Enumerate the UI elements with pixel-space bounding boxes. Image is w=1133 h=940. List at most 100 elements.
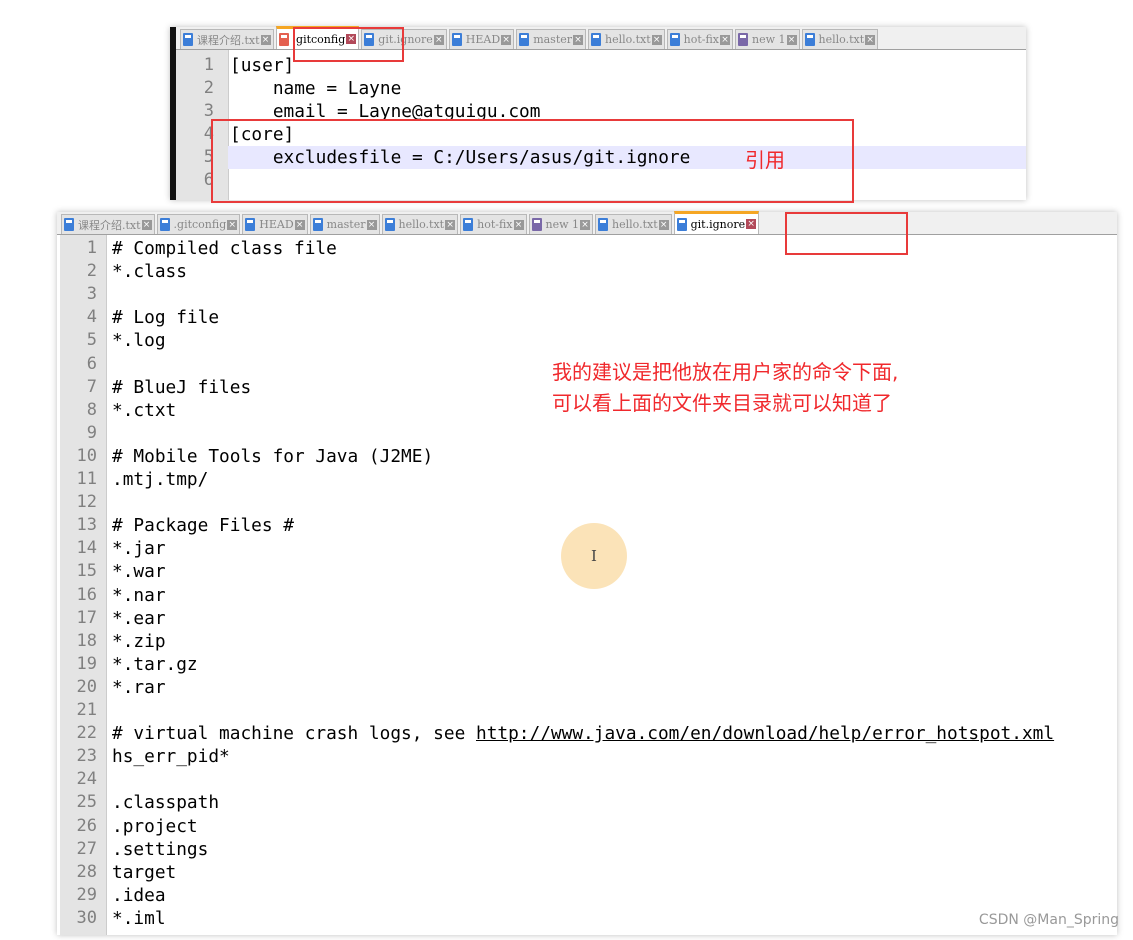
line-number: 12	[76, 492, 97, 513]
code-line: 25 .classpath	[57, 791, 1117, 814]
close-tab-icon[interactable]: ×	[227, 219, 238, 230]
annotation-reference: 引用	[745, 148, 785, 172]
tab-hello-txt[interactable]: hello.txt ×	[381, 214, 459, 234]
line-text: *.ear	[112, 607, 166, 630]
line-text: .idea	[112, 884, 166, 907]
code-line: 3	[57, 283, 1117, 306]
tab-master[interactable]: master ×	[309, 214, 380, 234]
line-content: *.rar	[112, 676, 166, 698]
line-number: 3	[203, 101, 214, 121]
close-tab-icon[interactable]: ×	[294, 219, 305, 230]
tab-git-ignore[interactable]: git.ignore ×	[673, 211, 760, 234]
close-tab-icon[interactable]: ×	[445, 219, 456, 230]
tab-label: master	[533, 33, 573, 46]
file-icon	[384, 218, 395, 231]
watermark: CSDN @Man_Spring	[978, 912, 1119, 928]
tab-label: .gitconfig	[173, 218, 227, 231]
tab-head[interactable]: HEAD ×	[242, 214, 308, 234]
tab-new-1[interactable]: new 1 ×	[528, 214, 594, 234]
close-tab-icon[interactable]: ×	[865, 34, 876, 45]
line-text: # Log file	[112, 306, 219, 329]
close-tab-icon[interactable]: ×	[366, 219, 377, 230]
close-tab-icon[interactable]: ×	[746, 219, 757, 229]
line-number: 6	[86, 353, 97, 374]
line-number: 11	[76, 469, 97, 489]
tab-hot-fix[interactable]: hot-fix ×	[460, 214, 527, 234]
close-tab-icon[interactable]: ×	[658, 219, 669, 230]
line-number: 14	[76, 538, 97, 559]
line-number: 30	[76, 907, 97, 928]
tab-gitconfig[interactable]: .gitconfig ×	[156, 214, 241, 234]
close-tab-icon[interactable]: ×	[786, 34, 797, 45]
line-number: 5	[203, 147, 214, 167]
file-icon	[598, 218, 609, 231]
tab-hello-txt[interactable]: hello.txt ×	[801, 29, 879, 49]
close-tab-icon[interactable]: ×	[141, 219, 152, 230]
file-icon	[245, 218, 256, 231]
tab-head[interactable]: HEAD ×	[448, 29, 515, 49]
line-content: *.tar.gz	[112, 653, 198, 675]
file-icon	[463, 218, 474, 231]
close-tab-icon[interactable]: ×	[573, 34, 584, 45]
code-line: 28 target	[57, 861, 1117, 884]
file-icon	[738, 33, 749, 46]
line-text: .classpath	[112, 791, 219, 814]
line-number: 4	[203, 124, 214, 144]
tab-hello-txt[interactable]: hello.txt ×	[595, 214, 672, 234]
close-tab-icon[interactable]: ×	[433, 34, 444, 45]
line-content: # Compiled class file	[112, 238, 337, 259]
file-icon	[451, 33, 462, 46]
line-number: 23	[76, 746, 97, 767]
tab-txt[interactable]: 课程介绍.txt ×	[61, 214, 155, 234]
close-tab-icon[interactable]: ×	[580, 219, 591, 230]
highlight-box-gitconfig-tab	[293, 27, 404, 62]
hotspot-link[interactable]: http://www.java.com/en/download/help/err…	[476, 723, 1054, 744]
file-icon	[159, 218, 170, 231]
code-line: 1 # Compiled class file	[57, 237, 1117, 260]
line-text: *.log	[112, 329, 166, 352]
line-number: 26	[76, 815, 97, 836]
line-content: # BlueJ files	[112, 376, 252, 398]
line-number: 21	[76, 700, 97, 720]
line-text: *.nar	[112, 584, 166, 607]
close-tab-icon[interactable]: ×	[501, 34, 512, 45]
line-number: 8	[86, 399, 97, 420]
line-content: *.class	[112, 261, 187, 283]
tab-label: hello.txt	[612, 218, 658, 231]
line-number: 2	[86, 261, 97, 282]
tab-master[interactable]: master ×	[516, 29, 587, 49]
line-number: 6	[203, 170, 214, 190]
line-content: target	[112, 861, 177, 883]
tab-label: hot-fix	[683, 33, 720, 46]
tab-txt[interactable]: 课程介绍.txt ×	[180, 29, 274, 49]
code-line: 23 hs_err_pid*	[57, 745, 1117, 768]
line-content: hs_err_pid*	[112, 746, 230, 768]
line-text: *.ctxt	[112, 399, 176, 422]
tab-hello-txt[interactable]: hello.txt ×	[588, 29, 665, 49]
line-number: 24	[76, 769, 97, 790]
close-tab-icon[interactable]: ×	[720, 34, 731, 45]
line-content: *.jar	[112, 538, 166, 560]
close-tab-icon[interactable]: ×	[651, 34, 662, 45]
code-line: 18 *.zip	[57, 630, 1117, 653]
code-line: 17 *.ear	[57, 607, 1117, 630]
file-icon	[591, 33, 602, 46]
tab-label: hello.txt	[398, 218, 445, 231]
code-line: 12	[57, 491, 1117, 514]
text-cursor-icon: I	[591, 547, 597, 565]
line-text: # Compiled class file	[112, 237, 337, 260]
code-line: 27 .settings	[57, 838, 1117, 861]
line-text: # Mobile Tools for Java (J2ME)	[112, 445, 433, 468]
line-content: *.log	[112, 330, 166, 352]
line-number: 1	[86, 238, 97, 258]
line-text: *.tar.gz	[112, 653, 198, 676]
close-tab-icon[interactable]: ×	[260, 34, 271, 45]
line-text: *.iml	[112, 907, 166, 930]
tab-new-1[interactable]: new 1 ×	[735, 29, 800, 49]
tab-hot-fix[interactable]: hot-fix ×	[666, 29, 734, 49]
code-line: 4 # Log file	[57, 306, 1117, 329]
code-line: 24	[57, 768, 1117, 791]
line-text: .mtj.tmp/	[112, 468, 208, 491]
close-tab-icon[interactable]: ×	[513, 219, 524, 230]
line-number: 17	[76, 607, 97, 628]
